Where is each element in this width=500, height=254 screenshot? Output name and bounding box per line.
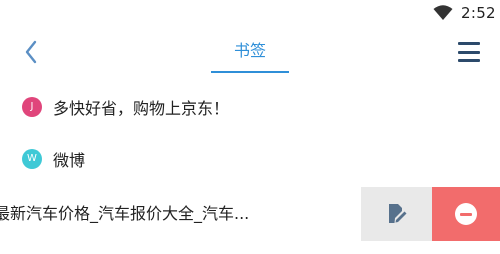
bookmark-item-jd[interactable]: J 多快好省，购物上京东！ <box>0 79 500 135</box>
edit-button[interactable] <box>361 187 432 241</box>
wifi-icon <box>433 5 453 20</box>
bookmark-label: 微博 <box>53 151 86 170</box>
bookmarks-screen: 2:52 书签 J 多快好省，购物上京东！ W 微博 最新汽车价格_汽车报价大全… <box>0 0 500 254</box>
back-button[interactable] <box>18 38 44 66</box>
chevron-left-icon <box>25 40 37 64</box>
bookmark-label: 多快好省，购物上京东！ <box>53 99 230 118</box>
tab-bookmarks[interactable]: 书签 <box>211 37 289 73</box>
status-bar: 2:52 <box>0 0 500 28</box>
bookmark-item-weibo[interactable]: W 微博 <box>0 131 500 187</box>
avatar: J <box>22 97 42 117</box>
status-time: 2:52 <box>461 4 496 22</box>
minus-glyph <box>460 212 472 216</box>
menu-button[interactable] <box>458 40 480 64</box>
tab-indicator <box>211 71 289 73</box>
hamburger-menu-icon <box>458 42 480 45</box>
avatar: W <box>22 149 42 169</box>
delete-button[interactable] <box>432 187 500 241</box>
bookmark-item-car-prices[interactable]: 最新汽车价格_汽车报价大全_汽车... <box>0 187 500 241</box>
bookmark-label: 最新汽车价格_汽车报价大全_汽车... <box>0 204 250 223</box>
delete-minus-icon <box>455 203 477 225</box>
hamburger-bar <box>458 50 480 54</box>
hamburger-bar <box>458 59 480 62</box>
edit-icon <box>388 204 406 223</box>
